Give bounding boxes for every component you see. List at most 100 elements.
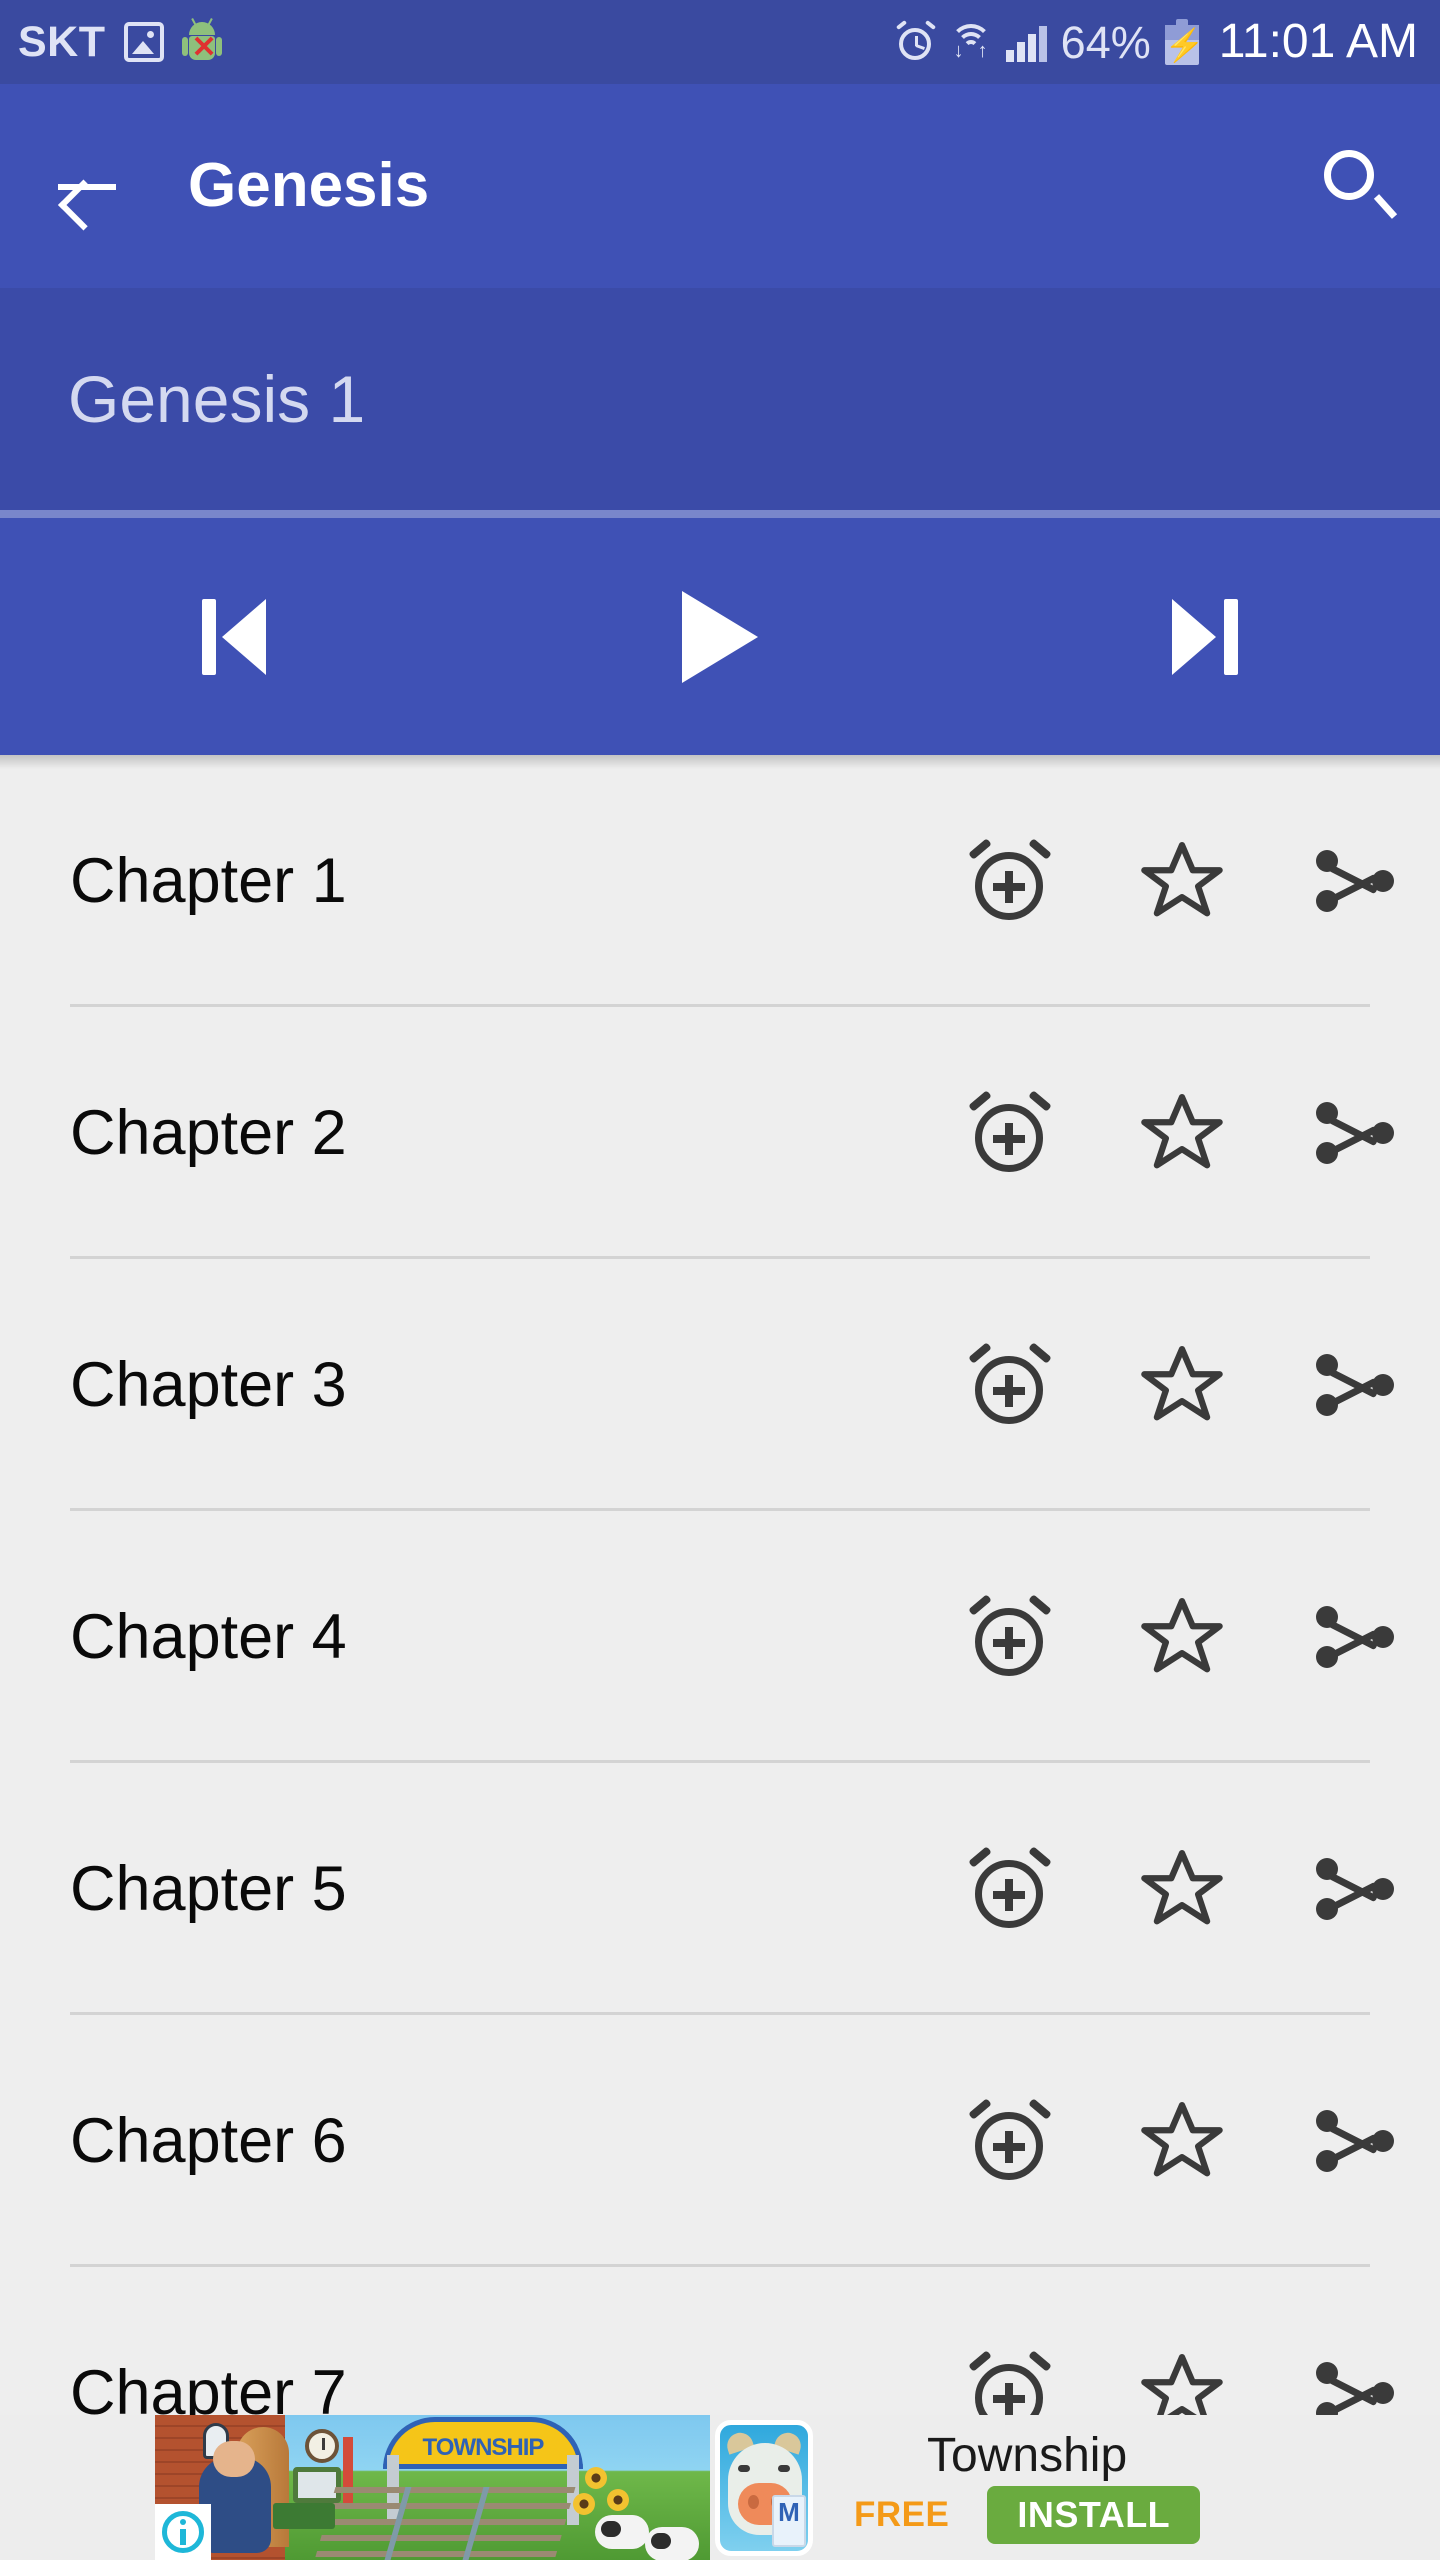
ad-price-label: FREE [854,2494,950,2534]
set-alarm-button[interactable] [924,1090,1096,1176]
chapter-row[interactable]: Chapter 2 [0,1007,1440,1259]
alarm-icon [895,20,936,62]
set-alarm-button[interactable] [924,2350,1096,2415]
favorite-button[interactable] [1096,1846,1268,1932]
share-button[interactable] [1268,2350,1440,2415]
status-bar: SKT ✕ ↓ ↑ 64% ⚡ 11:01 AM [0,0,1440,84]
alarm-add-icon [967,2098,1053,2184]
chapter-row-actions [924,2350,1440,2415]
set-alarm-button[interactable] [924,2098,1096,2184]
star-icon [1139,838,1225,924]
ad-title: Township [927,2428,1128,2482]
app-bar: Genesis [0,84,1440,288]
chapter-row-label: Chapter 4 [70,1601,347,1672]
chapter-row-actions [924,838,1440,924]
chapter-row-label: Chapter 1 [70,845,347,916]
signal-bars-icon [1005,22,1047,62]
star-icon [1139,1846,1225,1932]
chapter-row-label: Chapter 3 [70,1349,347,1420]
alarm-add-icon [967,1090,1053,1176]
alarm-add-icon [967,1846,1053,1932]
play-icon [682,590,758,683]
page-title: Genesis [188,151,430,220]
favorite-button[interactable] [1096,2098,1268,2184]
chapter-row-label: Chapter 7 [70,2357,347,2415]
favorite-button[interactable] [1096,2350,1268,2415]
clock-label: 11:01 AM [1218,15,1418,68]
chapter-row-label: Chapter 2 [70,1097,347,1168]
share-icon [1311,1342,1397,1428]
favorite-button[interactable] [1096,1090,1268,1176]
set-alarm-button[interactable] [924,838,1096,924]
share-button[interactable] [1268,1846,1440,1932]
ad-info-icon[interactable] [155,2504,211,2560]
set-alarm-button[interactable] [924,1342,1096,1428]
status-bar-left: SKT ✕ [18,17,222,66]
share-icon [1311,2098,1397,2184]
chapter-row-actions [924,2098,1440,2184]
star-icon [1139,1090,1225,1176]
favorite-button[interactable] [1096,1342,1268,1428]
chapter-row[interactable]: Chapter 6 [0,2015,1440,2267]
set-alarm-button[interactable] [924,1594,1096,1680]
share-icon [1311,2350,1397,2415]
next-track-icon [1156,595,1244,679]
carrier-label: SKT [18,17,106,66]
share-button[interactable] [1268,2098,1440,2184]
favorite-button[interactable] [1096,838,1268,924]
ad-media: TOWNSHIP M [155,2415,813,2560]
ad-banner[interactable]: TOWNSHIP M Township FREE INSTALL [0,2415,1440,2560]
chapter-row-label: Chapter 5 [70,1853,347,1924]
share-button[interactable] [1268,1342,1440,1428]
chapter-row[interactable]: Chapter 4 [0,1511,1440,1763]
wifi-icon: ↓ ↑ [949,22,992,62]
chapter-row-label: Chapter 6 [70,2105,347,2176]
share-button[interactable] [1268,1594,1440,1680]
chapter-row[interactable]: Chapter 5 [0,1763,1440,2015]
status-bar-right: ↓ ↑ 64% ⚡ 11:01 AM [895,15,1418,68]
app-screen: SKT ✕ ↓ ↑ 64% ⚡ 11:01 AM Genesis Genesis… [0,0,1440,2560]
current-chapter-label: Genesis 1 [68,362,366,436]
chapter-row[interactable]: Chapter 7 [0,2267,1440,2415]
search-icon[interactable] [1320,148,1398,224]
share-icon [1311,1846,1397,1932]
alarm-add-icon [967,838,1053,924]
chapter-row[interactable]: Chapter 1 [0,755,1440,1007]
back-arrow-icon[interactable] [52,149,126,223]
chapter-row[interactable]: Chapter 3 [0,1259,1440,1511]
previous-track-button[interactable] [0,518,480,755]
chapter-row-actions [924,1846,1440,1932]
chapter-list[interactable]: Chapter 1 Chapter 2 Chapter 3 Chapter 4 Chap… [0,755,1440,2415]
set-alarm-button[interactable] [924,1846,1096,1932]
chapter-row-actions [924,1342,1440,1428]
star-icon [1139,1342,1225,1428]
favorite-button[interactable] [1096,1594,1268,1680]
share-button[interactable] [1268,1090,1440,1176]
alarm-add-icon [967,2350,1053,2415]
ad-app-icon-letter: M [772,2495,806,2547]
ad-arch-text: TOWNSHIP [383,2417,583,2469]
ad-cta-row: FREE INSTALL [854,2485,1201,2544]
star-icon [1139,2350,1225,2415]
share-icon [1311,838,1397,924]
alarm-add-icon [967,1594,1053,1680]
star-icon [1139,1594,1225,1680]
battery-percent-label: 64% [1060,16,1151,68]
share-button[interactable] [1268,838,1440,924]
share-icon [1311,1594,1397,1680]
play-button[interactable] [480,518,960,755]
current-chapter-band[interactable]: Genesis 1 [0,288,1440,510]
ad-install-button[interactable]: INSTALL [987,2485,1201,2544]
star-icon [1139,2098,1225,2184]
ad-app-icon: M [715,2420,813,2556]
previous-track-icon [196,595,284,679]
screenshot-icon [123,22,164,62]
chapter-row-actions [924,1594,1440,1680]
ad-text-block: Township FREE INSTALL [854,2415,1201,2560]
next-track-button[interactable] [960,518,1440,755]
alarm-add-icon [967,1342,1053,1428]
ad-screenshot-image: TOWNSHIP [155,2415,710,2560]
android-robot-x-icon: ✕ [181,17,222,64]
media-player-controls [0,510,1440,755]
battery-charging-icon: ⚡ [1164,19,1205,65]
